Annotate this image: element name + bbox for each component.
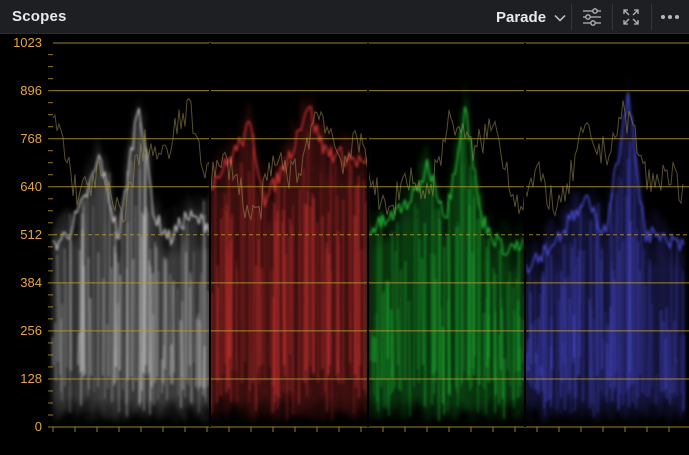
header-divider	[571, 4, 572, 30]
panel-title: Scopes	[12, 8, 67, 25]
y-tick-label: 768	[20, 130, 42, 146]
parade-scope: 1023 896 768 640 512 384 256 128 0	[0, 34, 689, 455]
parade-graph	[48, 42, 689, 432]
more-icon	[661, 15, 679, 19]
scope-mode-label: Parade	[496, 8, 547, 26]
y-tick-label: 640	[20, 178, 42, 194]
y-tick-label: 896	[20, 82, 42, 98]
y-tick-label: 512	[20, 226, 42, 242]
green-channel-trace	[368, 84, 525, 423]
luma-channel-trace	[52, 97, 210, 423]
y-tick-label: 1023	[13, 35, 42, 50]
y-tick-label: 0	[34, 419, 42, 434]
y-tick-label: 256	[20, 322, 42, 338]
sliders-icon	[583, 8, 601, 26]
expand-button[interactable]	[612, 2, 650, 32]
expand-icon	[623, 9, 639, 25]
scopes-panel: Scopes Parade 1023 896 768 640 512 384 2…	[0, 0, 689, 455]
chevron-down-icon	[554, 14, 566, 22]
red-channel-trace	[210, 90, 368, 424]
y-tick-label: 128	[20, 370, 42, 386]
blue-channel-trace	[525, 74, 685, 424]
more-options-button[interactable]	[651, 2, 689, 32]
y-tick-label: 384	[20, 274, 42, 290]
scopes-header: Scopes Parade	[0, 0, 689, 34]
scope-settings-button[interactable]	[573, 2, 611, 32]
scope-mode-dropdown[interactable]: Parade	[490, 3, 568, 31]
